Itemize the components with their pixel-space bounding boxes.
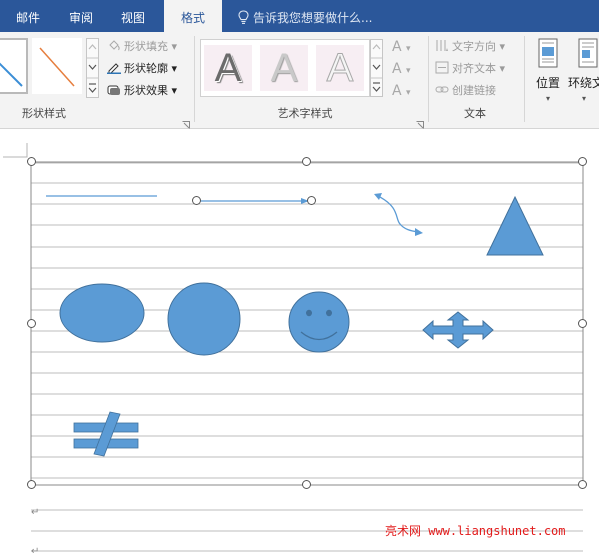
position-label: 位置 [535, 76, 560, 90]
arrow-end-handle[interactable] [307, 196, 316, 205]
document-page: ↵ ↵ [3, 143, 584, 554]
chevron-down-icon: ▾ [582, 94, 587, 103]
resize-handle[interactable] [27, 157, 36, 166]
ribbon-format: 形状填充 ▾ 形状轮廓 ▾ 形状效果 ▾ 形状样式 A A A A ▾ A ▾ … [0, 32, 599, 129]
line-preview-blue-icon [0, 62, 23, 87]
line-preview-orange-icon [39, 47, 75, 87]
paint-bucket-icon [107, 39, 121, 52]
not-equal-shape [73, 411, 139, 457]
dialog-launcher-icon[interactable] [182, 114, 190, 129]
ellipse-shape [59, 283, 145, 343]
position-button[interactable]: 位置 ▾ [531, 38, 565, 104]
wordart-style-1[interactable]: A [204, 45, 252, 91]
shape-gallery-scroll[interactable] [86, 38, 99, 98]
resize-handle[interactable] [302, 480, 311, 489]
tab-mailings[interactable]: 邮件 [4, 0, 52, 32]
text-group-label: 文本 [464, 107, 486, 120]
four-way-arrow-shape [422, 311, 494, 349]
smiley-face-shape [288, 291, 350, 353]
shape-fill-label: 形状填充 [124, 40, 168, 53]
curved-arrow-shape [377, 195, 420, 233]
wrap-text-button[interactable]: 环绕文 ▾ [568, 38, 599, 104]
link-icon [435, 83, 449, 96]
circle-shape [167, 282, 241, 356]
resize-handle[interactable] [27, 480, 36, 489]
text-direction-label: 文字方向 [452, 40, 496, 53]
wrap-text-icon [576, 38, 599, 71]
wordart-style-3[interactable]: A [316, 45, 364, 91]
align-text-label: 对齐文本 [452, 62, 496, 75]
gallery-scroll-icon [86, 38, 99, 98]
resize-handle[interactable] [578, 157, 587, 166]
create-link-label: 创建链接 [452, 84, 496, 97]
shape-effects-label: 形状效果 [124, 84, 168, 97]
group-separator [428, 36, 429, 122]
chevron-down-icon: ▾ [545, 94, 550, 103]
gallery-scroll-icon [370, 39, 383, 97]
dialog-launcher-icon[interactable] [416, 114, 424, 129]
tell-me-search[interactable]: 告诉我您想要做什么... [238, 0, 372, 32]
resize-handle[interactable] [302, 157, 311, 166]
triangle-shape [486, 195, 544, 256]
tell-me-text: 告诉我您想要做什么... [253, 11, 373, 25]
wordart-gallery-scroll[interactable] [370, 39, 383, 97]
shape-effects-button[interactable]: 形状效果 ▾ [107, 83, 177, 99]
wordart-style-2[interactable]: A [260, 45, 308, 91]
shape-outline-button[interactable]: 形状轮廓 ▾ [107, 61, 177, 77]
shape-effects-icon [107, 83, 121, 96]
text-effects-icon[interactable]: A ▾ [392, 83, 411, 99]
resize-handle[interactable] [578, 480, 587, 489]
paragraph-mark: ↵ [31, 546, 39, 554]
group-separator [524, 36, 525, 122]
wordart-group-label: 艺术字样式 [277, 107, 333, 120]
text-outline-icon[interactable]: A ▾ [392, 61, 411, 77]
group-separator [194, 36, 195, 122]
pencil-outline-icon [107, 61, 121, 75]
create-link-button[interactable]: 创建链接 [435, 83, 496, 99]
shape-style-gallery[interactable] [0, 38, 86, 98]
watermark-text: 亮术网 www.liangshunet.com [385, 524, 566, 538]
document-canvas[interactable]: ↵ ↵ [0, 129, 599, 554]
text-direction-icon [435, 39, 449, 52]
shape-style-preview-1[interactable] [0, 38, 28, 94]
align-text-icon [435, 61, 449, 74]
wordart-gallery[interactable]: A A A [200, 39, 370, 97]
wrap-text-label: 环绕文 [568, 76, 599, 90]
paragraph-mark: ↵ [31, 507, 39, 518]
text-fill-icon[interactable]: A ▾ [392, 39, 411, 55]
resize-handle[interactable] [27, 319, 36, 328]
tab-view[interactable]: 视图 [108, 0, 158, 32]
margin-corner-mark [3, 143, 28, 158]
shape-styles-group-label: 形状样式 [22, 107, 66, 120]
arrow-start-handle[interactable] [192, 196, 201, 205]
shape-style-preview-2[interactable] [32, 38, 82, 94]
tab-format[interactable]: 格式 [164, 0, 222, 32]
ribbon-tab-bar: 邮件 审阅 视图 格式 告诉我您想要做什么... [0, 0, 599, 32]
position-icon [536, 38, 560, 71]
shape-fill-button[interactable]: 形状填充 ▾ [107, 39, 177, 55]
shape-outline-label: 形状轮廓 [124, 62, 168, 75]
text-direction-button[interactable]: 文字方向 ▾ [435, 39, 505, 55]
tab-review[interactable]: 审阅 [56, 0, 106, 32]
resize-handle[interactable] [578, 319, 587, 328]
align-text-button[interactable]: 对齐文本 ▾ [435, 61, 505, 77]
